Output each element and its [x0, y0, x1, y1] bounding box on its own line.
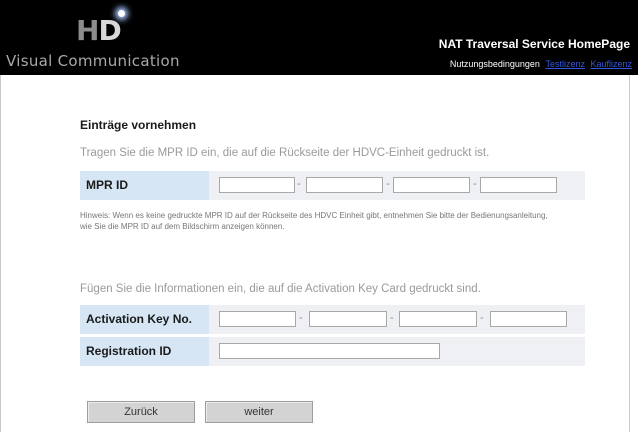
registration-id-label: Registration ID: [80, 337, 209, 366]
mpr-id-field-4[interactable]: [480, 177, 557, 193]
activation-key-field-3[interactable]: [399, 311, 477, 327]
logo-text: Visual Communication: [6, 52, 180, 70]
separator: -: [480, 312, 484, 324]
next-button[interactable]: weiter: [205, 401, 313, 423]
link-kauflizenz[interactable]: Kauflizenz: [590, 59, 632, 69]
link-testlizenz[interactable]: Testlizenz: [545, 59, 585, 69]
hd-logo: HD: [76, 10, 125, 46]
separator: -: [297, 178, 301, 190]
activation-key-field-4[interactable]: [490, 311, 567, 327]
mpr-id-field-3[interactable]: [393, 177, 470, 193]
separator: -: [386, 178, 390, 190]
mpr-id-field-1[interactable]: [219, 177, 295, 193]
mpr-id-row: MPR ID - - -: [80, 171, 585, 200]
back-button[interactable]: Zurück: [87, 401, 195, 423]
separator: -: [390, 312, 394, 324]
separator: -: [473, 178, 477, 190]
activation-key-label: Activation Key No.: [80, 305, 209, 334]
card-instruction: Fügen Sie die Informationen ein, die auf…: [80, 283, 481, 295]
mpr-instruction: Tragen Sie die MPR ID ein, die auf die R…: [80, 147, 490, 159]
hint-text: Hinweis: Wenn es keine gedruckte MPR ID …: [80, 211, 548, 231]
header-links: Nutzungsbedingungen Testlizenz Kauflizen…: [447, 59, 632, 69]
header-bar: HD Visual Communication NAT Traversal Se…: [0, 0, 638, 75]
registration-id-row: Registration ID: [80, 337, 585, 366]
link-nutzungsbedingungen[interactable]: Nutzungsbedingungen: [450, 59, 540, 69]
activation-key-field-2[interactable]: [309, 311, 387, 327]
mpr-id-field-2[interactable]: [306, 177, 383, 193]
activation-key-field-1[interactable]: [219, 311, 296, 327]
mpr-id-label: MPR ID: [80, 171, 209, 200]
section-heading: Einträge vornehmen: [80, 118, 197, 132]
logo-spark-icon: [117, 10, 125, 17]
activation-key-row: Activation Key No. - - -: [80, 305, 585, 334]
separator: -: [299, 312, 303, 324]
registration-id-field[interactable]: [219, 343, 440, 359]
site-title: NAT Traversal Service HomePage: [438, 37, 630, 51]
